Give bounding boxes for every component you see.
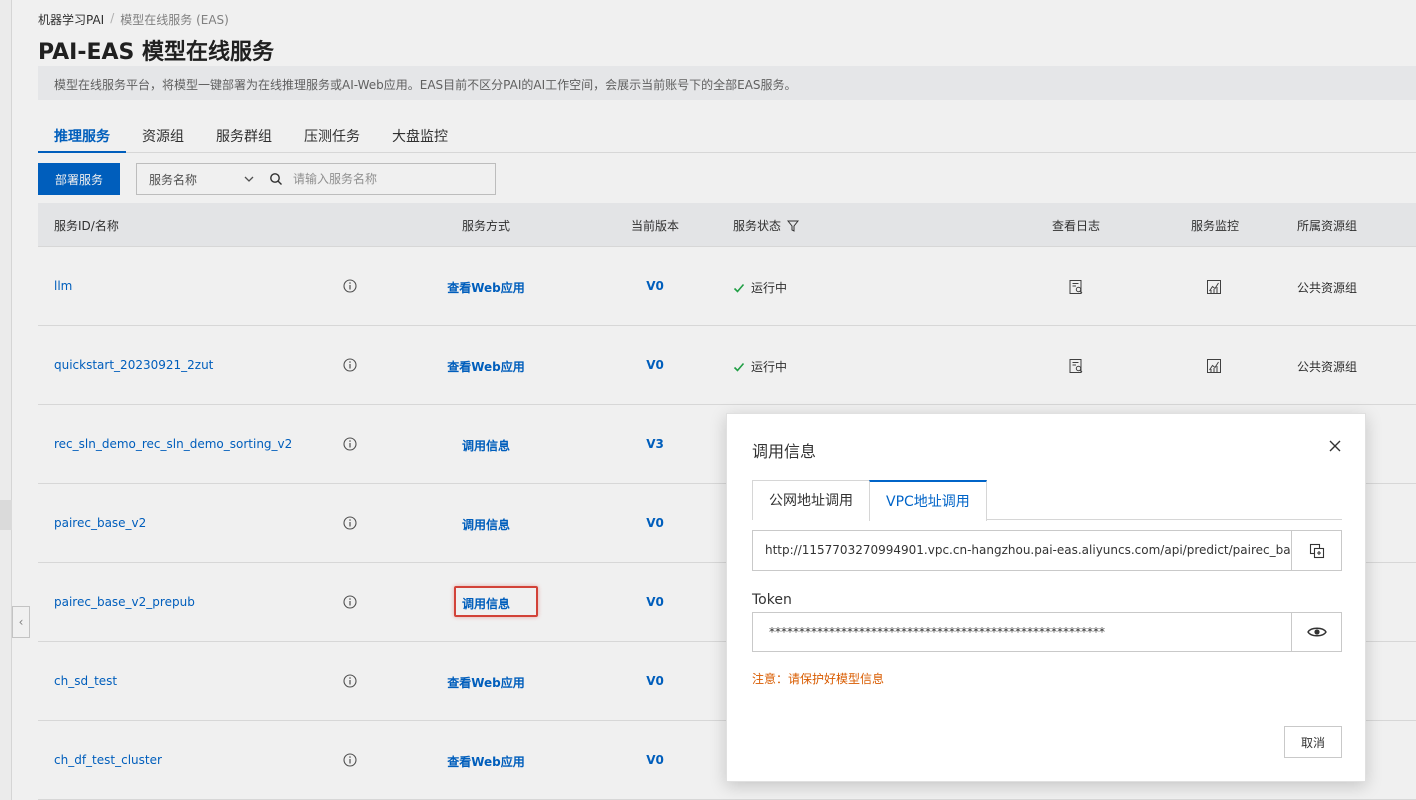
token-label: Token <box>752 592 792 608</box>
dialog-tabs: 公网地址调用 VPC地址调用 <box>752 480 1342 521</box>
tab-public-endpoint[interactable]: 公网地址调用 <box>752 480 870 520</box>
token-field: ****************************************… <box>752 612 1342 652</box>
dialog-title: 调用信息 <box>752 442 817 461</box>
token-masked-text[interactable]: ****************************************… <box>753 613 1291 651</box>
close-icon[interactable] <box>1327 438 1343 454</box>
tab-vpc-endpoint[interactable]: VPC地址调用 <box>869 480 987 521</box>
eye-icon <box>1306 627 1327 637</box>
call-info-dialog: 调用信息 公网地址调用 VPC地址调用 http://1157703270994… <box>726 413 1366 782</box>
cancel-button[interactable]: 取消 <box>1284 726 1342 758</box>
endpoint-url-text[interactable]: http://1157703270994901.vpc.cn-hangzhou.… <box>753 531 1291 570</box>
copy-icon <box>1309 543 1324 558</box>
copy-button[interactable] <box>1291 531 1341 570</box>
show-token-button[interactable] <box>1291 613 1341 651</box>
endpoint-url-field: http://1157703270994901.vpc.cn-hangzhou.… <box>752 530 1342 571</box>
warning-note: 注意：请保护好模型信息 <box>752 672 885 686</box>
